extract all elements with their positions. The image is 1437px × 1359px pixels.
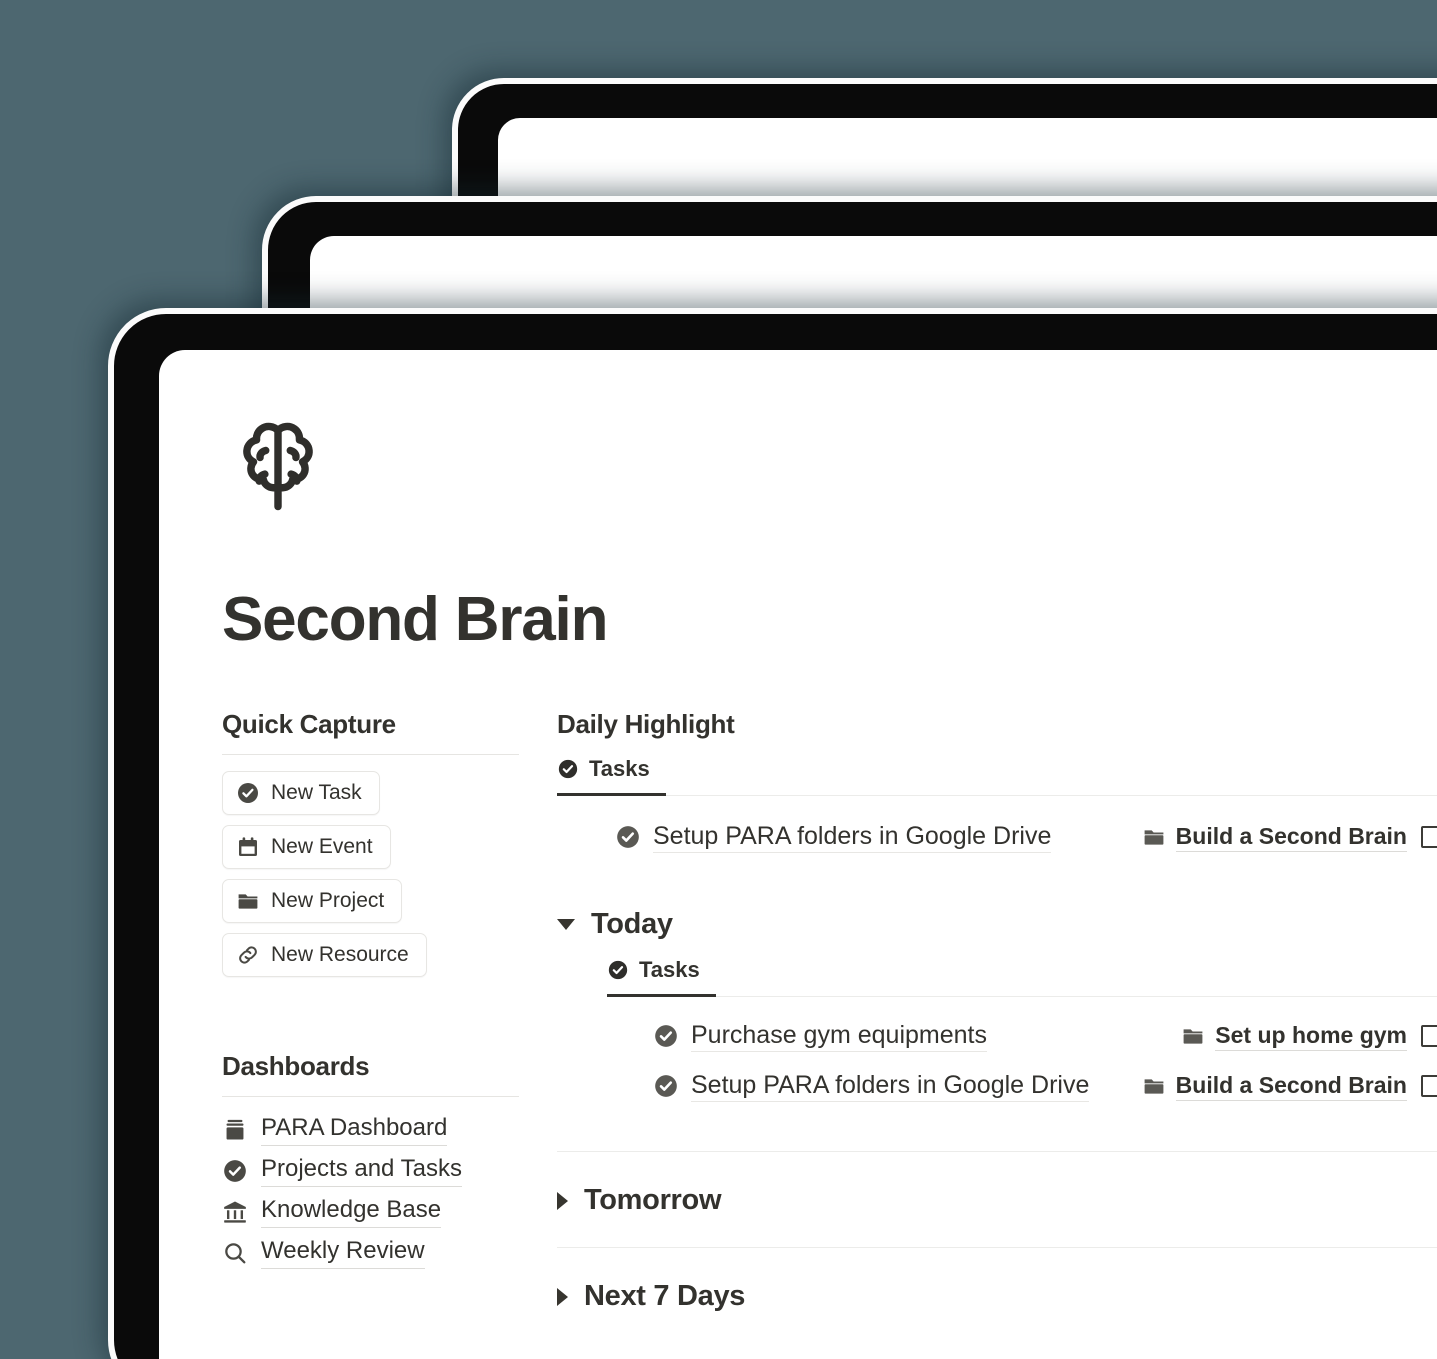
check-circle-icon: [236, 781, 260, 805]
new-task-button[interactable]: New Task: [222, 771, 380, 815]
sidebar-item-knowledge-base[interactable]: Knowledge Base: [222, 1195, 519, 1228]
task-cell-project: Build a Second Brain: [1142, 823, 1437, 852]
folder-icon: [1142, 1074, 1166, 1098]
folder-icon: [236, 889, 260, 913]
tab-label: Tasks: [639, 957, 700, 982]
quick-capture-heading: Quick Capture: [222, 709, 396, 739]
task-title: Purchase gym equipments: [691, 1021, 987, 1052]
brain-icon: [222, 412, 334, 524]
folder-icon: [1142, 825, 1166, 849]
device-screen-front: Second Brain Quick Capture New Task New …: [159, 350, 1437, 1359]
new-event-button[interactable]: New Event: [222, 825, 391, 869]
check-circle-icon: [653, 1073, 679, 1099]
new-resource-button[interactable]: New Resource: [222, 933, 427, 977]
sidebar-column: Quick Capture New Task New Event New Pro…: [222, 709, 519, 1313]
new-resource-label: New Resource: [271, 943, 409, 966]
group-header-tomorrow[interactable]: Tomorrow: [557, 1184, 1437, 1217]
new-task-label: New Task: [271, 781, 362, 804]
tab-tasks[interactable]: Tasks: [607, 957, 716, 997]
quick-capture-buttons: New Task New Event New Project New Resou…: [222, 771, 519, 987]
sidebar-item-label: Knowledge Base: [261, 1195, 442, 1228]
table-row[interactable]: Purchase gym equipments Set up home gym: [557, 1011, 1437, 1061]
section-divider: [222, 754, 519, 755]
group-divider: [557, 1151, 1437, 1152]
group-header-next-7-days[interactable]: Next 7 Days: [557, 1280, 1437, 1313]
page-columns: Quick Capture New Task New Event New Pro…: [222, 709, 1437, 1313]
new-event-label: New Event: [271, 835, 373, 858]
project-tag[interactable]: Build a Second Brain: [1142, 823, 1407, 852]
triangle-right-icon[interactable]: [557, 1191, 568, 1210]
main-column: Daily Highlight Tasks Setup PARA folders…: [519, 709, 1437, 1313]
task-checkbox[interactable]: [1421, 1075, 1437, 1097]
check-circle-icon: [607, 959, 629, 981]
folder-icon: [1181, 1024, 1205, 1048]
today-tab-row: Tasks: [607, 957, 1437, 997]
group-title: Today: [591, 908, 673, 940]
triangle-down-icon[interactable]: [557, 919, 575, 930]
task-cell-title: Setup PARA folders in Google Drive: [615, 822, 1052, 853]
section-divider: [222, 1096, 519, 1097]
task-cell-project: Build a Second Brain: [1142, 1072, 1437, 1101]
group-header-today[interactable]: Today: [557, 908, 1437, 941]
task-title: Setup PARA folders in Google Drive: [653, 822, 1052, 853]
page-title: Second Brain: [222, 585, 608, 654]
archive-icon: [222, 1117, 248, 1143]
sidebar-item-label: Weekly Review: [261, 1236, 425, 1269]
sidebar-item-weekly-review[interactable]: Weekly Review: [222, 1236, 519, 1269]
sidebar-item-label: Projects and Tasks: [261, 1154, 462, 1187]
check-circle-icon: [557, 758, 579, 780]
task-checkbox[interactable]: [1421, 1025, 1437, 1047]
group-title: Next 7 Days: [584, 1280, 746, 1312]
check-circle-icon: [653, 1023, 679, 1049]
new-project-label: New Project: [271, 889, 385, 912]
task-checkbox[interactable]: [1421, 826, 1437, 848]
task-cell-title: Purchase gym equipments: [653, 1021, 987, 1052]
task-cell-project: Set up home gym: [1181, 1022, 1437, 1051]
task-title: Setup PARA folders in Google Drive: [691, 1071, 1090, 1102]
triangle-right-icon[interactable]: [557, 1287, 568, 1306]
check-circle-icon: [615, 824, 641, 850]
daily-highlight-heading: Daily Highlight: [557, 709, 735, 739]
highlight-tab-row: Tasks: [557, 756, 1437, 796]
project-tag[interactable]: Build a Second Brain: [1142, 1072, 1407, 1101]
group-divider: [557, 1247, 1437, 1248]
new-project-button[interactable]: New Project: [222, 879, 403, 923]
link-icon: [236, 943, 260, 967]
sidebar-item-projects-and-tasks[interactable]: Projects and Tasks: [222, 1154, 519, 1187]
project-name: Build a Second Brain: [1175, 823, 1407, 852]
device-frame-front: Second Brain Quick Capture New Task New …: [108, 308, 1437, 1359]
project-name: Build a Second Brain: [1175, 1072, 1407, 1101]
dashboards-section: Dashboards PARA Dashboard Projects and T…: [222, 1051, 519, 1269]
second-brain-page: Second Brain Quick Capture New Task New …: [159, 350, 1437, 1313]
project-name: Set up home gym: [1215, 1022, 1407, 1051]
calendar-icon: [236, 835, 260, 859]
project-tag[interactable]: Set up home gym: [1181, 1022, 1407, 1051]
search-icon: [222, 1240, 248, 1266]
tab-tasks[interactable]: Tasks: [557, 756, 666, 796]
sidebar-item-label: PARA Dashboard: [261, 1113, 448, 1146]
tab-label: Tasks: [589, 756, 650, 781]
check-circle-icon: [222, 1158, 248, 1184]
bank-icon: [222, 1199, 248, 1225]
sidebar-item-para-dashboard[interactable]: PARA Dashboard: [222, 1113, 519, 1146]
table-row[interactable]: Setup PARA folders in Google Drive Build…: [557, 812, 1437, 862]
table-row[interactable]: Setup PARA folders in Google Drive Build…: [557, 1061, 1437, 1111]
group-title: Tomorrow: [584, 1184, 722, 1216]
dashboards-heading: Dashboards: [222, 1051, 370, 1081]
quick-capture-section: Quick Capture New Task New Event New Pro…: [222, 709, 519, 987]
task-cell-title: Setup PARA folders in Google Drive: [653, 1071, 1090, 1102]
